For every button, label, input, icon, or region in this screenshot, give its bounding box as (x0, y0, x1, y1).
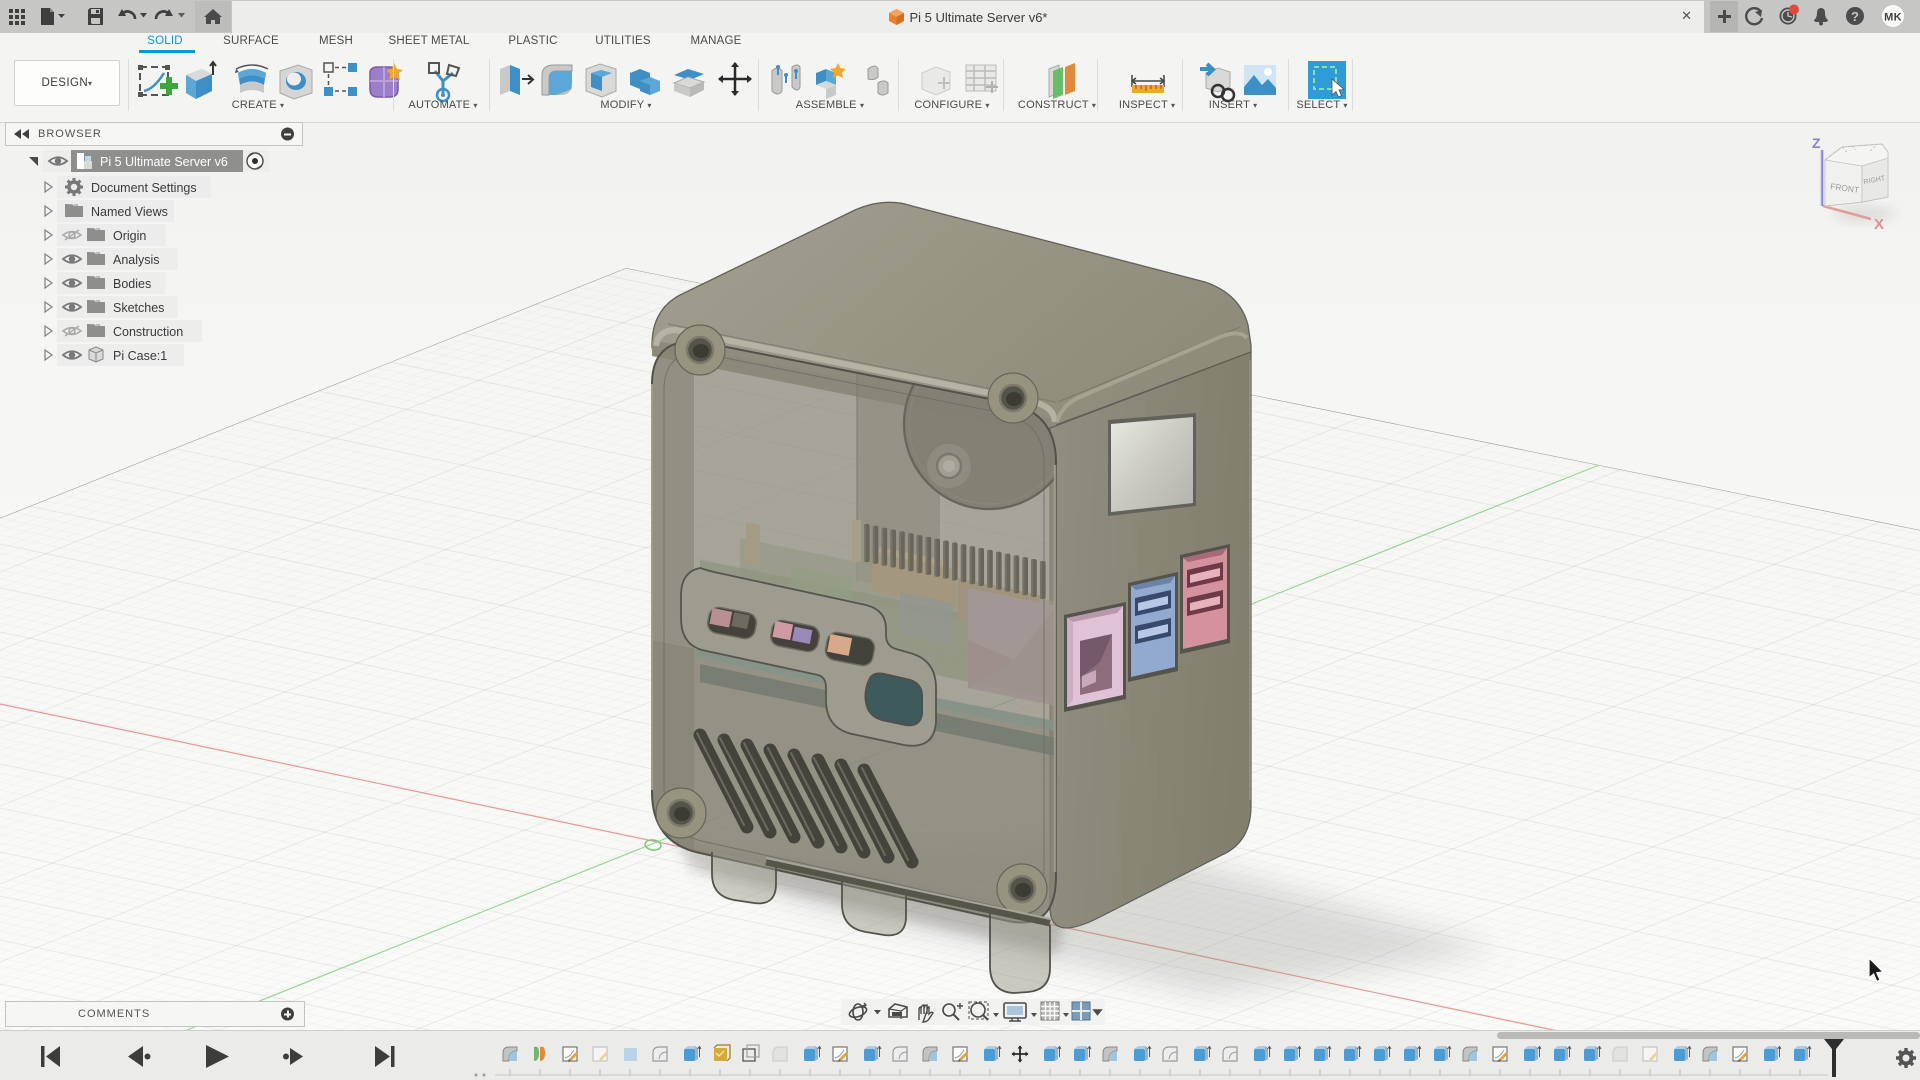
svg-text:Analysis: Analysis (113, 253, 160, 267)
svg-text:MK: MK (1884, 12, 1902, 24)
svg-text:Construction: Construction (113, 325, 183, 339)
svg-text:Z: Z (1812, 135, 1821, 151)
svg-text:Sketches: Sketches (113, 301, 164, 315)
svg-text:Pi 5 Ultimate Server v6: Pi 5 Ultimate Server v6 (100, 155, 228, 169)
svg-text:Named Views: Named Views (91, 205, 168, 219)
svg-text:Pi Case:1: Pi Case:1 (113, 349, 167, 363)
svg-text:Origin: Origin (113, 229, 146, 243)
svg-text:Document Settings: Document Settings (91, 181, 197, 195)
svg-text:?: ? (1851, 9, 1859, 24)
svg-text:Bodies: Bodies (113, 277, 151, 291)
svg-text:X: X (1874, 216, 1884, 233)
